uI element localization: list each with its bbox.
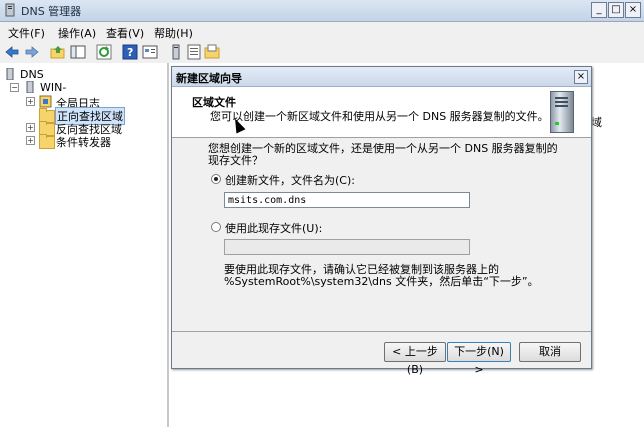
expand-icon[interactable]: + <box>26 123 35 132</box>
window-title: DNS 管理器 <box>21 5 82 18</box>
list-icon[interactable] <box>186 44 202 60</box>
cancel-button[interactable]: 取消 <box>519 342 581 362</box>
tree-item-forward-lookup[interactable]: 正向查找区域 <box>26 107 146 125</box>
menu-view[interactable]: 查看(V) <box>106 25 144 41</box>
new-zone-wizard-dialog: 新建区域向导 × 区域文件 您可以创建一个新区域文件和使用从另一个 DNS 服务… <box>171 66 592 376</box>
close-button[interactable]: × <box>625 2 641 18</box>
dns-app-icon <box>5 3 15 17</box>
tree-item-global-logs[interactable]: + 全局日志 <box>26 95 146 110</box>
tree-item-conditional-forwarders[interactable]: + 条件转发器 <box>26 134 146 149</box>
question-text: 您想创建一个新的区域文件，还是使用一个从另一个 DNS 服务器复制的现存文件？ <box>208 142 558 167</box>
tree-root-label: DNS <box>20 68 44 81</box>
existing-file-note: 要使用此现存文件，请确认它已经被复制到该服务器上的 %SystemRoot%\s… <box>224 263 539 288</box>
collapse-icon[interactable]: − <box>10 83 19 92</box>
dialog-separator <box>172 331 591 332</box>
server-node-icon <box>26 81 34 93</box>
dns-icon <box>6 68 14 80</box>
back-arrow-icon[interactable] <box>4 44 20 60</box>
next-button[interactable]: 下一步(N) > <box>447 342 511 376</box>
back-button[interactable]: < 上一步(B) <box>384 342 446 376</box>
dialog-close-button[interactable]: × <box>574 70 588 84</box>
dialog-title-bar: 新建区域向导 × <box>172 67 591 87</box>
minimize-button[interactable]: _ <box>591 2 607 18</box>
menu-help[interactable]: 帮助(H) <box>154 25 193 41</box>
expand-icon[interactable]: + <box>26 97 35 106</box>
tree-server-label: WIN- <box>40 81 67 94</box>
tree-root-dns[interactable]: DNS <box>4 68 104 81</box>
up-folder-icon[interactable] <box>50 44 66 60</box>
details-pane-text: 域 <box>591 116 602 129</box>
tree-server-node[interactable]: − WIN- <box>10 81 130 94</box>
title-bar: DNS 管理器 _ □ × <box>0 0 644 22</box>
tree-item-label: 条件转发器 <box>56 136 111 149</box>
folder-icon <box>39 134 55 149</box>
toolbar: ? <box>0 41 644 64</box>
page-description: 您可以创建一个新区域文件和使用从另一个 DNS 服务器复制的文件。 <box>210 110 549 123</box>
svg-text:?: ? <box>127 46 133 59</box>
menu-action[interactable]: 操作(A) <box>58 25 96 41</box>
use-existing-file-radio[interactable] <box>211 222 221 232</box>
zone-icon[interactable] <box>204 44 220 60</box>
refresh-icon[interactable] <box>96 44 112 60</box>
console-tree: DNS − WIN- + 全局日志 正向查找区域 + 反向查找区域 + 条件转发… <box>0 63 169 427</box>
global-logs-icon <box>39 95 52 108</box>
create-new-file-label[interactable]: 创建新文件，文件名为(C): <box>225 172 355 188</box>
server-icon[interactable] <box>168 44 184 60</box>
server-tower-icon <box>550 91 574 133</box>
expand-icon[interactable]: + <box>26 136 35 145</box>
tree-item-reverse-lookup[interactable]: + 反向查找区域 <box>26 121 146 136</box>
new-file-name-input[interactable]: msits.com.dns <box>224 192 470 208</box>
dialog-title: 新建区域向导 <box>176 72 242 85</box>
existing-file-name-input[interactable] <box>224 239 470 255</box>
menu-file[interactable]: 文件(F) <box>8 25 45 41</box>
menu-bar: 文件(F) 操作(A) 查看(V) 帮助(H) <box>0 22 644 41</box>
create-new-file-radio[interactable] <box>211 174 221 184</box>
forward-arrow-icon[interactable] <box>24 44 40 60</box>
properties-icon[interactable] <box>142 44 158 60</box>
help-icon[interactable]: ? <box>122 44 138 60</box>
maximize-button[interactable]: □ <box>608 2 624 18</box>
show-tree-icon[interactable] <box>70 44 86 60</box>
use-existing-file-label[interactable]: 使用此现存文件(U): <box>225 220 322 236</box>
